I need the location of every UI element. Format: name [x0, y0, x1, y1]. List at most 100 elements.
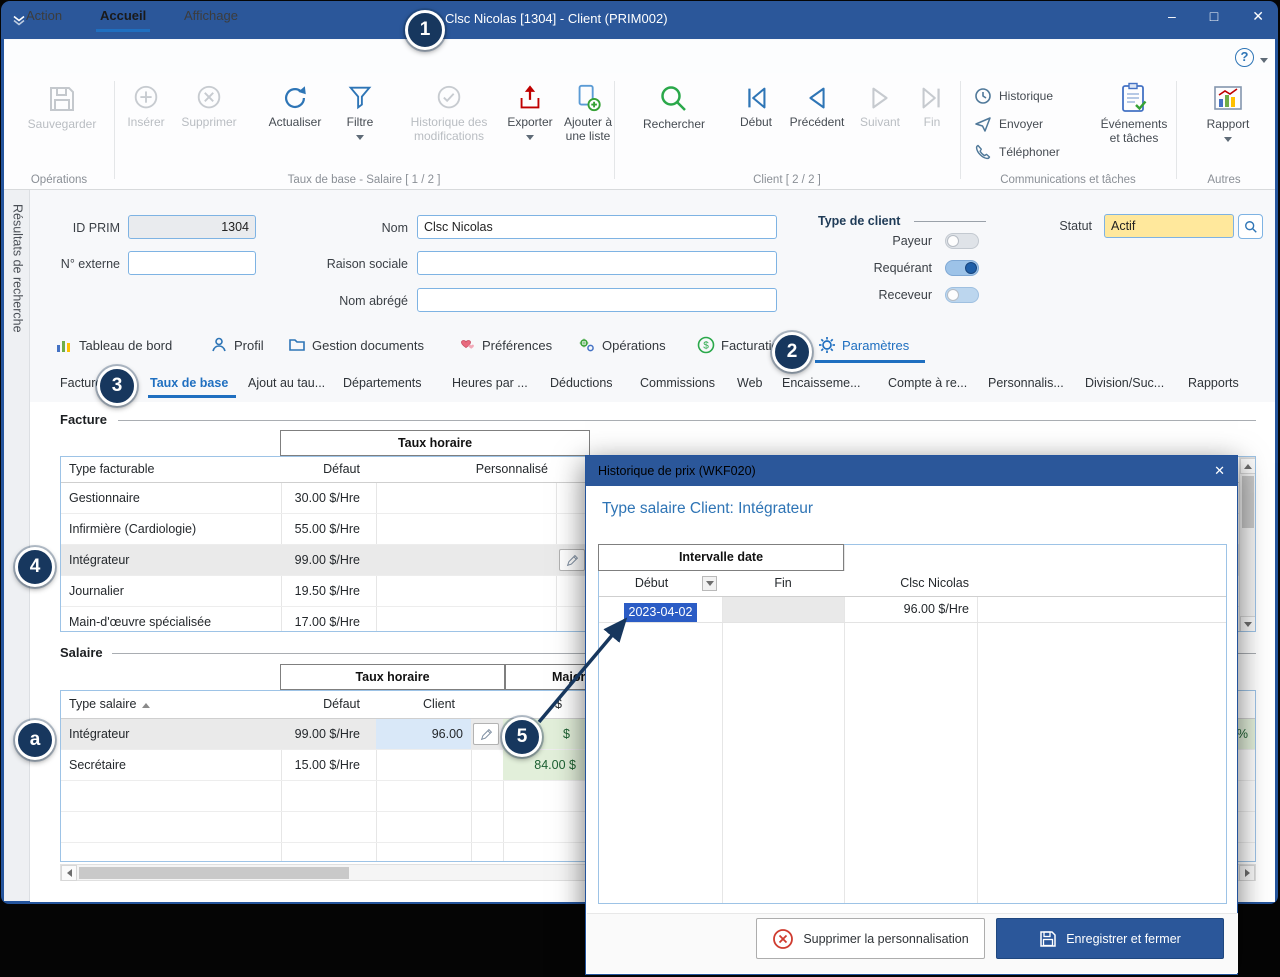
facture-vscrollbar[interactable]	[1239, 457, 1256, 632]
cell-client[interactable]: 96.00	[376, 719, 471, 749]
nom-field[interactable]: Clsc Nicolas	[417, 215, 777, 239]
receveur-toggle[interactable]	[945, 287, 979, 303]
maximize-button[interactable]: □	[1210, 8, 1218, 25]
dialog-data-row[interactable]: 2023-04-02 96.00 $/Hre	[599, 597, 1226, 623]
historique-button[interactable]: Historique	[974, 87, 1053, 105]
tab-tableau-de-bord[interactable]: Tableau de bord	[55, 336, 172, 354]
rechercher-button[interactable]: Rechercher	[626, 83, 722, 132]
minimize-button[interactable]: –	[1168, 8, 1176, 25]
col-header[interactable]: Défaut	[281, 457, 368, 482]
dialog-span-header: Intervalle date	[598, 544, 844, 571]
historique-modifications-button[interactable]: Historique des modifications	[400, 83, 498, 144]
tab-accueil[interactable]: Accueil	[96, 8, 150, 32]
requerant-toggle[interactable]	[945, 260, 979, 276]
help-chevron-icon[interactable]	[1260, 58, 1268, 63]
rapport-button[interactable]: Rapport	[1190, 83, 1266, 142]
statut-lookup-button[interactable]	[1238, 214, 1263, 239]
results-panel-tab[interactable]: Résultats de recherche	[4, 190, 30, 901]
tab-operations[interactable]: Opérations	[578, 336, 666, 354]
exporter-button[interactable]: Exporter	[502, 83, 558, 140]
annotation-circle-5: 5	[502, 717, 542, 757]
dashboard-icon	[55, 336, 73, 354]
precedent-button[interactable]: Précédent	[784, 83, 850, 130]
sauvegarder-button[interactable]: Sauvegarder	[16, 83, 108, 132]
annotation-circle-4: 4	[15, 547, 55, 587]
scroll-right-button[interactable]	[1239, 865, 1255, 881]
edit-pencil-button[interactable]	[473, 723, 499, 745]
evenements-taches-button[interactable]: Événements et tâches	[1094, 81, 1174, 146]
scroll-down-button[interactable]	[1240, 616, 1256, 632]
id-prim-label: ID PRIM	[40, 221, 120, 235]
enregistrer-fermer-button[interactable]: Enregistrer et fermer	[996, 918, 1224, 959]
tab-action[interactable]: Action	[22, 8, 66, 23]
tab-profil[interactable]: Profil	[210, 336, 264, 354]
subtab-commissions[interactable]: Commissions	[640, 376, 715, 390]
scroll-thumb[interactable]	[1242, 476, 1254, 528]
scroll-left-button[interactable]	[61, 865, 77, 881]
col-header[interactable]: Client	[376, 691, 463, 718]
previous-record-icon	[802, 83, 832, 113]
inserer-button[interactable]: Insérer	[120, 83, 172, 130]
subtab-personnalisation[interactable]: Personnalis...	[988, 376, 1064, 390]
supprimer-personnalisation-button[interactable]: Supprimer la personnalisation	[756, 918, 985, 959]
payeur-toggle[interactable]	[945, 233, 979, 249]
historique-label: Historique	[999, 89, 1053, 103]
tab-affichage[interactable]: Affichage	[180, 8, 242, 23]
col-header-fin[interactable]: Fin	[722, 571, 844, 596]
rapport-chevron-icon	[1224, 137, 1232, 142]
statut-field[interactable]: Actif	[1104, 214, 1234, 238]
subtab-heures[interactable]: Heures par ...	[452, 376, 528, 390]
inserer-label: Insérer	[127, 116, 164, 130]
col-header[interactable]: Défaut	[281, 691, 368, 718]
delete-circle-icon	[772, 928, 794, 950]
facture-section-rule	[118, 420, 1256, 421]
debut-button[interactable]: Début	[732, 83, 780, 130]
supprimer-button[interactable]: Supprimer	[174, 83, 244, 130]
externe-field[interactable]	[128, 251, 256, 275]
raison-field[interactable]	[417, 251, 777, 275]
sauvegarder-label: Sauvegarder	[28, 118, 97, 132]
actualiser-button[interactable]: Actualiser	[262, 83, 328, 130]
subtab-facture[interactable]: Facture	[60, 376, 102, 390]
ajouter-liste-button[interactable]: Ajouter à une liste	[560, 83, 616, 144]
subtab-web[interactable]: Web	[737, 376, 762, 390]
tab-preferences[interactable]: Préférences	[458, 336, 552, 354]
subtab-compte[interactable]: Compte à re...	[888, 376, 967, 390]
help-icon[interactable]: ?	[1235, 48, 1254, 67]
col-header[interactable]: Type facturable	[69, 457, 273, 482]
close-button[interactable]: ✕	[1252, 8, 1264, 25]
col-header[interactable]: Personnalisé	[376, 457, 548, 482]
col-header-debut[interactable]: Début	[599, 571, 704, 596]
subtab-rapports[interactable]: Rapports	[1188, 376, 1239, 390]
subtab-ajout[interactable]: Ajout au tau...	[248, 376, 325, 390]
cell-type: Journalier	[69, 576, 273, 606]
subtab-deductions[interactable]: Déductions	[550, 376, 613, 390]
cell-fin[interactable]	[723, 597, 844, 622]
group-label-taux: Taux de base - Salaire [ 1 / 2 ]	[114, 174, 614, 186]
col-header[interactable]: Type salaire	[69, 691, 299, 718]
col-header-client[interactable]: Clsc Nicolas	[844, 571, 969, 596]
report-chart-icon	[1211, 83, 1245, 115]
filtre-chevron-icon	[356, 135, 364, 140]
last-record-icon	[917, 83, 947, 113]
filtre-button[interactable]: Filtre	[334, 83, 386, 140]
id-prim-field[interactable]: 1304	[128, 215, 256, 239]
subtab-taux-de-base[interactable]: Taux de base	[150, 376, 228, 390]
scroll-up-button[interactable]	[1240, 458, 1256, 474]
hearts-icon	[458, 336, 476, 354]
edit-pencil-button[interactable]	[559, 549, 585, 571]
tab-parametres[interactable]: Paramètres	[818, 336, 909, 354]
suivant-button[interactable]: Suivant	[854, 83, 906, 130]
subtab-encaissement[interactable]: Encaisseme...	[782, 376, 861, 390]
fin-button[interactable]: Fin	[910, 83, 954, 130]
dialog-table: Intervalle date Début Fin Clsc Nicolas 2…	[598, 544, 1227, 904]
telephoner-button[interactable]: Téléphoner	[974, 143, 1060, 161]
dialog-close-button[interactable]: ✕	[1214, 463, 1225, 479]
debut-filter-dropdown[interactable]	[702, 576, 717, 591]
envoyer-button[interactable]: Envoyer	[974, 115, 1043, 133]
scroll-thumb[interactable]	[79, 867, 349, 879]
tab-gestion-documents[interactable]: Gestion documents	[288, 336, 424, 354]
abrege-field[interactable]	[417, 288, 777, 312]
subtab-departements[interactable]: Départements	[343, 376, 422, 390]
subtab-division[interactable]: Division/Suc...	[1085, 376, 1164, 390]
